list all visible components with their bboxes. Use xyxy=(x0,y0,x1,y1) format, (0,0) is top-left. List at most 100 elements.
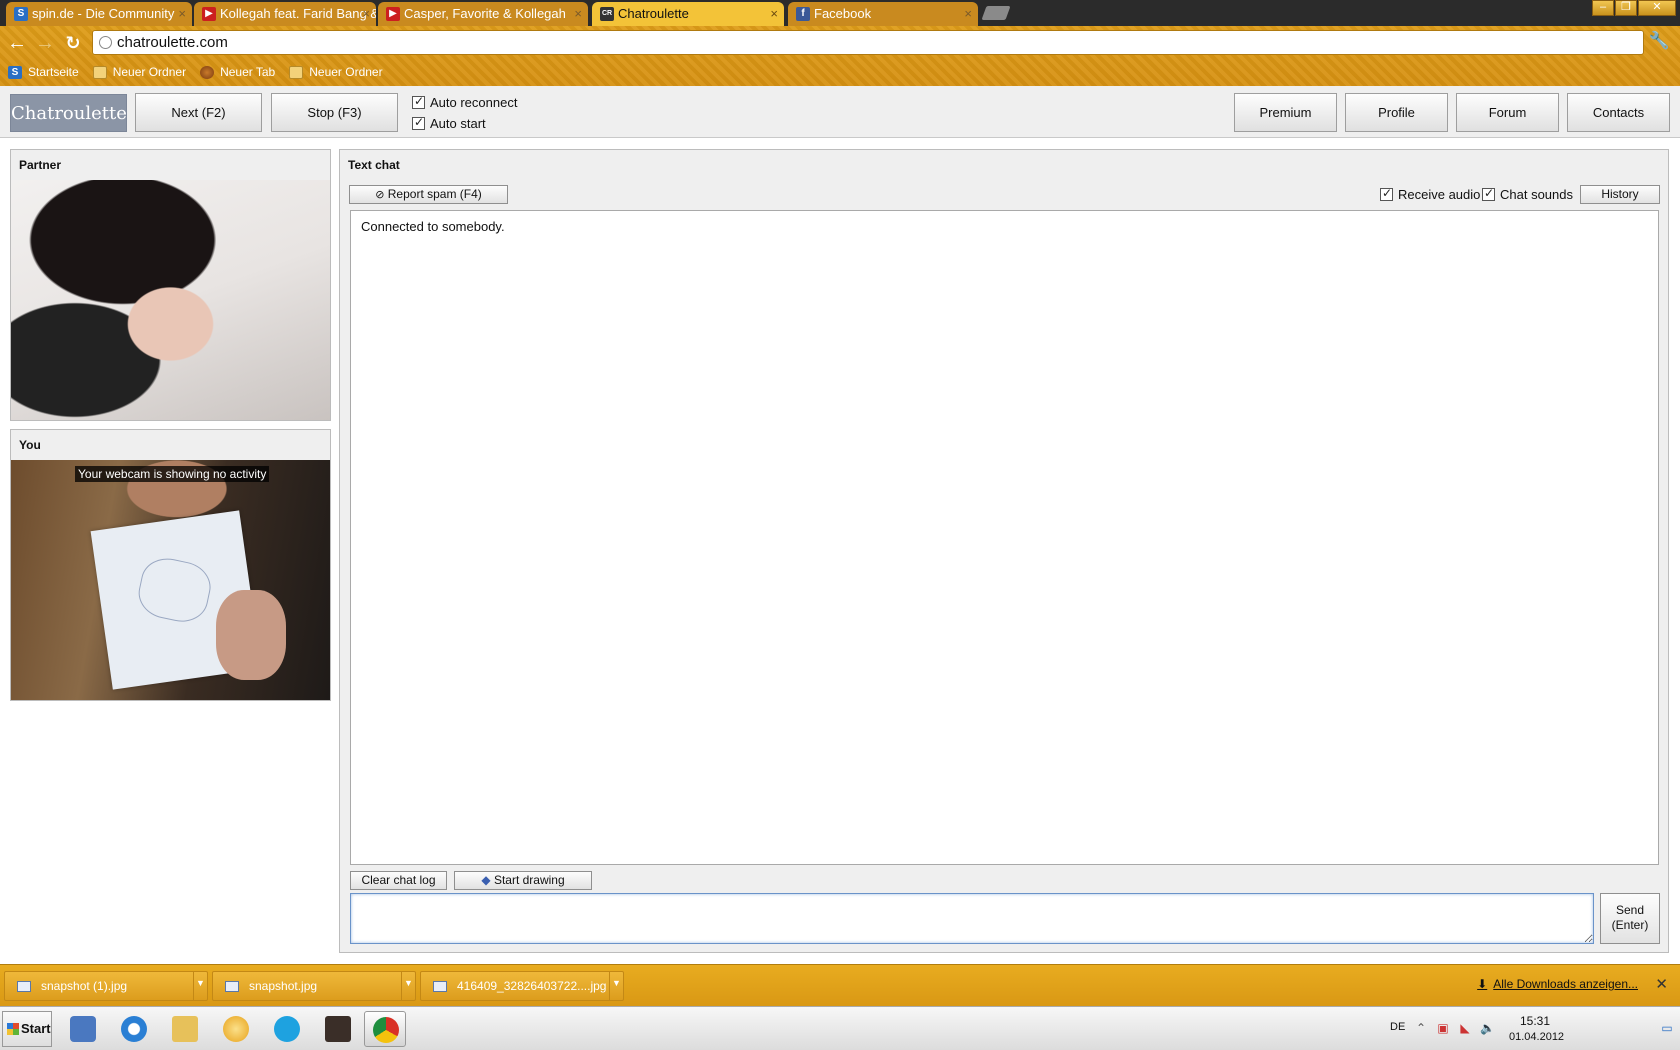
taskbar-winamp[interactable] xyxy=(215,1011,257,1047)
chatroulette-icon: CR xyxy=(600,7,614,21)
close-icon[interactable]: × xyxy=(362,2,370,26)
network-warning-icon[interactable]: ▣ xyxy=(1436,1021,1450,1035)
contacts-button[interactable]: Contacts xyxy=(1567,93,1670,132)
taskbar-skype[interactable] xyxy=(266,1011,308,1047)
tab-chatroulette[interactable]: CR Chatroulette × xyxy=(592,2,784,26)
tab-title: Chatroulette xyxy=(618,6,689,21)
close-icon[interactable]: × xyxy=(574,2,582,26)
history-button[interactable]: History xyxy=(1580,185,1660,204)
taskbar-file-explorer[interactable] xyxy=(164,1011,206,1047)
message-input[interactable] xyxy=(350,893,1594,944)
next-button[interactable]: Next (F2) xyxy=(135,93,262,132)
taskbar-media-player[interactable] xyxy=(62,1011,104,1047)
download-item[interactable]: 416409_32826403722....jpg ▼ xyxy=(420,971,624,1001)
close-icon[interactable]: × xyxy=(178,2,186,26)
clock-date[interactable]: 01.04.2012 xyxy=(1509,1031,1564,1043)
bookmark-neuer-tab[interactable]: Neuer Tab xyxy=(200,65,275,79)
taskbar-chrome[interactable] xyxy=(364,1011,406,1047)
checkbox-icon[interactable] xyxy=(1380,186,1393,201)
send-shortcut-label: (Enter) xyxy=(1611,918,1649,932)
receive-audio-checkbox[interactable]: Receive audio xyxy=(1380,186,1481,202)
hand xyxy=(216,590,286,680)
premium-button[interactable]: Premium xyxy=(1234,93,1337,132)
chevron-up-icon[interactable]: ⌃ xyxy=(1414,1021,1428,1035)
send-button[interactable]: Send (Enter) xyxy=(1600,893,1660,944)
checkbox-icon[interactable] xyxy=(412,115,425,130)
bookmark-startseite[interactable]: S Startseite xyxy=(8,65,79,79)
globe-icon xyxy=(99,36,112,49)
volume-icon[interactable]: 🔈 xyxy=(1480,1021,1495,1035)
chevron-down-icon[interactable]: ▼ xyxy=(401,972,415,1000)
globe-icon xyxy=(200,65,215,79)
reload-button[interactable]: ↻ xyxy=(62,32,84,54)
close-icon[interactable]: × xyxy=(964,2,972,26)
close-icon[interactable]: ✕ xyxy=(1655,975,1668,993)
tab-title: Facebook xyxy=(814,6,872,21)
youtube-icon: ▶ xyxy=(202,7,216,21)
taskbar-game[interactable] xyxy=(317,1011,359,1047)
partner-panel: Partner xyxy=(10,149,331,421)
clear-chat-log-button[interactable]: Clear chat log xyxy=(350,871,447,890)
download-filename: 416409_32826403722....jpg xyxy=(457,979,607,993)
chevron-down-icon[interactable]: ▼ xyxy=(193,972,207,1000)
restore-button[interactable]: ❐ xyxy=(1615,0,1637,16)
network-disconnected-icon[interactable]: ◣ xyxy=(1458,1021,1472,1035)
receive-audio-label: Receive audio xyxy=(1398,187,1481,202)
start-button[interactable]: Start xyxy=(2,1011,52,1047)
stop-button[interactable]: Stop (F3) xyxy=(271,93,398,132)
browser-chrome: S spin.de - Die Community × ▶ Kollegah f… xyxy=(0,0,1680,86)
minimize-button[interactable]: – xyxy=(1592,0,1614,16)
auto-reconnect-label: Auto reconnect xyxy=(430,95,518,110)
profile-button[interactable]: Profile xyxy=(1345,93,1448,132)
spin-s-icon: S xyxy=(8,65,22,79)
you-title: You xyxy=(19,438,41,452)
image-file-icon xyxy=(17,981,31,992)
internet-explorer-icon xyxy=(121,1016,147,1042)
checkbox-icon[interactable] xyxy=(412,94,425,109)
back-button[interactable]: ← xyxy=(6,32,28,54)
image-file-icon xyxy=(225,981,239,992)
tab-kollegah[interactable]: ▶ Kollegah feat. Farid Bang & × xyxy=(194,2,376,26)
show-desktop-icon[interactable]: ▭ xyxy=(1660,1021,1674,1035)
bookmark-folder-2[interactable]: Neuer Ordner xyxy=(289,65,383,79)
clock-time[interactable]: 15:31 xyxy=(1520,1014,1550,1028)
image-file-icon xyxy=(433,981,447,992)
site-logo[interactable]: Chatroulette xyxy=(10,94,127,132)
bookmark-label: Neuer Ordner xyxy=(112,65,187,79)
folder-icon xyxy=(92,65,107,79)
language-indicator[interactable]: DE xyxy=(1390,1021,1405,1033)
tab-casper[interactable]: ▶ Casper, Favorite & Kollegah × xyxy=(378,2,588,26)
file-explorer-icon xyxy=(172,1016,198,1042)
address-bar[interactable]: chatroulette.com xyxy=(92,30,1644,55)
download-item[interactable]: snapshot (1).jpg ▼ xyxy=(4,971,208,1001)
chevron-down-icon[interactable]: ▼ xyxy=(609,972,623,1000)
auto-reconnect-checkbox[interactable]: Auto reconnect xyxy=(412,94,518,110)
you-panel: You Your webcam is showing no activity xyxy=(10,429,331,701)
download-filename: snapshot.jpg xyxy=(249,979,318,993)
taskbar-internet-explorer[interactable] xyxy=(113,1011,155,1047)
wrench-icon[interactable]: 🔧 xyxy=(1649,31,1670,51)
tab-spin[interactable]: S spin.de - Die Community × xyxy=(6,2,192,26)
close-window-button[interactable]: ✕ xyxy=(1638,0,1676,16)
partner-video xyxy=(11,180,330,420)
show-all-downloads-link[interactable]: ⬇ Alle Downloads anzeigen... xyxy=(1477,977,1638,991)
start-drawing-button[interactable]: ◆ Start drawing xyxy=(454,871,592,890)
tab-facebook[interactable]: f Facebook × xyxy=(788,2,978,26)
forward-button[interactable]: → xyxy=(34,32,56,54)
chrome-icon xyxy=(373,1017,399,1043)
webcam-status-message: Your webcam is showing no activity xyxy=(75,466,270,482)
report-spam-button[interactable]: ⊘ Report spam (F4) xyxy=(349,185,508,204)
checkbox-icon[interactable] xyxy=(1482,186,1495,201)
winamp-icon xyxy=(223,1016,249,1042)
new-tab-button[interactable] xyxy=(981,6,1011,20)
bookmark-folder-1[interactable]: Neuer Ordner xyxy=(92,65,187,79)
chat-log[interactable]: Connected to somebody. xyxy=(350,210,1659,865)
close-icon[interactable]: × xyxy=(770,2,778,26)
download-item[interactable]: snapshot.jpg ▼ xyxy=(212,971,416,1001)
chat-sounds-checkbox[interactable]: Chat sounds xyxy=(1482,186,1573,202)
chat-sounds-label: Chat sounds xyxy=(1500,187,1573,202)
forum-button[interactable]: Forum xyxy=(1456,93,1559,132)
start-label: Start xyxy=(21,1021,51,1036)
auto-start-checkbox[interactable]: Auto start xyxy=(412,115,486,131)
youtube-icon: ▶ xyxy=(386,7,400,21)
